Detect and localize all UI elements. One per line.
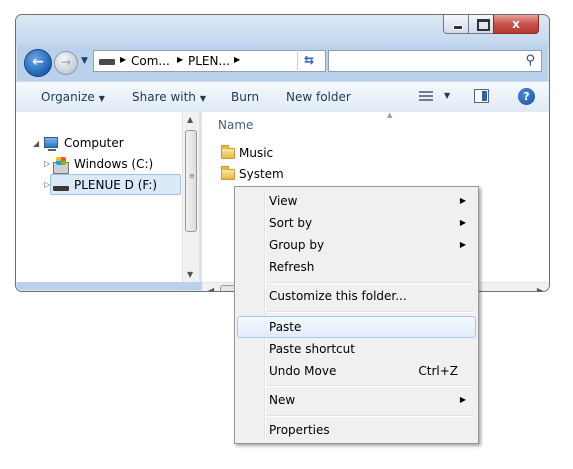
scrollbar-thumb[interactable]: ≡ [185, 130, 197, 232]
menu-item-group-by[interactable]: Group by ▶ [237, 234, 476, 256]
menu-item-refresh[interactable]: Refresh [237, 256, 476, 278]
burn-button[interactable]: Burn [231, 90, 259, 104]
menu-item-label: View [269, 194, 298, 208]
preview-pane-icon[interactable] [474, 89, 489, 103]
folder-icon [221, 145, 235, 159]
close-button[interactable]: x [493, 15, 539, 34]
chevron-down-icon: ▼ [98, 94, 105, 103]
address-bar[interactable]: ▶ Com... ▶ PLEN... ▶ ▼ [93, 50, 369, 72]
history-dropdown-icon[interactable]: ▼ [81, 56, 88, 66]
menu-separator [267, 311, 474, 313]
column-header-name[interactable]: Name [218, 118, 253, 132]
change-view-icon[interactable] [419, 91, 433, 102]
menu-item-properties[interactable]: Properties [237, 419, 476, 441]
back-arrow-icon: ← [32, 54, 44, 70]
nav-item-windows-c[interactable]: Windows (C:) [74, 157, 153, 171]
minimize-icon [453, 25, 463, 30]
collapsed-triangle-icon[interactable]: ▷ [44, 159, 50, 168]
menu-item-label: Sort by [269, 216, 313, 230]
back-button[interactable]: ← [24, 49, 52, 77]
maximize-button[interactable] [468, 15, 494, 34]
menu-item-label: Paste [269, 320, 302, 334]
forward-button[interactable]: → [54, 51, 78, 75]
breadcrumb-separator-icon[interactable]: ▶ [177, 55, 183, 64]
usb-drive-icon [53, 186, 69, 191]
help-icon[interactable]: ? [518, 88, 535, 105]
breadcrumb-separator-icon[interactable]: ▶ [120, 55, 126, 64]
drive-icon [99, 59, 115, 65]
scroll-right-icon[interactable]: ▶ [537, 286, 543, 291]
windows-drive-icon [53, 157, 69, 174]
menu-item-paste-shortcut[interactable]: Paste shortcut [237, 338, 476, 360]
menu-item-label: Properties [269, 423, 330, 437]
maximize-icon [477, 19, 490, 31]
menu-item-new[interactable]: New ▶ [237, 389, 476, 411]
menu-item-label: Group by [269, 238, 325, 252]
submenu-arrow-icon: ▶ [459, 218, 466, 227]
refresh-icon: ⇆ [304, 53, 315, 67]
search-icon: ⚲ [525, 53, 535, 68]
scroll-left-icon[interactable]: ◀ [208, 286, 214, 291]
menu-item-undo-move[interactable]: Undo Move Ctrl+Z [237, 360, 476, 382]
chevron-down-icon: ▼ [199, 94, 207, 103]
menu-separator [267, 415, 474, 417]
share-with-label: Share with [132, 90, 196, 104]
file-item-system[interactable]: System [239, 167, 284, 181]
expanded-triangle-icon[interactable]: ◢ [33, 139, 39, 148]
new-folder-button[interactable]: New folder [286, 90, 351, 104]
menu-item-label: Paste shortcut [269, 342, 355, 356]
menu-item-shortcut: Ctrl+Z [418, 364, 458, 378]
nav-scrollbar[interactable]: ▲ ≡ ▼ [182, 112, 200, 282]
forward-arrow-icon: → [60, 55, 72, 69]
organize-button[interactable]: Organize ▼ [41, 90, 105, 104]
submenu-arrow-icon: ▶ [459, 395, 466, 404]
share-with-button[interactable]: Share with ▼ [132, 90, 206, 104]
submenu-arrow-icon: ▶ [459, 240, 466, 249]
search-input[interactable]: ⚲ [328, 50, 542, 72]
menu-item-label: Customize this folder... [269, 289, 407, 303]
menu-item-label: New [269, 393, 296, 407]
grip-icon: ≡ [189, 172, 195, 180]
breadcrumb-separator-icon[interactable]: ▶ [234, 55, 240, 64]
scroll-down-icon[interactable]: ▼ [187, 270, 193, 279]
menu-separator [267, 385, 474, 387]
scroll-up-icon[interactable]: ▲ [187, 115, 193, 124]
refresh-button[interactable]: ⇆ [297, 50, 323, 72]
nav-item-plenue-f[interactable]: PLENUE D (F:) [74, 178, 157, 192]
nav-item-computer[interactable]: Computer [64, 136, 124, 150]
collapsed-triangle-icon[interactable]: ▷ [44, 180, 50, 189]
sort-ascending-icon: ▲ [387, 111, 393, 119]
menu-separator [267, 282, 474, 284]
menu-item-view[interactable]: View ▶ [237, 190, 476, 212]
command-bar: Organize ▼ Share with ▼ Burn New folder ▼ … [16, 81, 549, 114]
menu-item-sort-by[interactable]: Sort by ▶ [237, 212, 476, 234]
title-bar[interactable]: x [16, 15, 549, 45]
organize-label: Organize [41, 90, 95, 104]
menu-item-label: Undo Move [269, 364, 337, 378]
computer-icon [44, 137, 58, 151]
menu-item-label: Refresh [269, 260, 315, 274]
close-icon: x [512, 17, 520, 31]
minimize-button[interactable] [443, 15, 469, 34]
breadcrumb-computer[interactable]: Com... [131, 54, 170, 68]
file-item-music[interactable]: Music [239, 146, 273, 160]
submenu-arrow-icon: ▶ [459, 196, 466, 205]
context-menu: View ▶ Sort by ▶ Group by ▶ Refresh Cust… [234, 186, 479, 444]
folder-icon [221, 166, 235, 180]
view-dropdown-icon[interactable]: ▼ [444, 91, 450, 100]
breadcrumb-plenue[interactable]: PLEN... [188, 54, 230, 68]
menu-item-customize-folder[interactable]: Customize this folder... [237, 285, 476, 307]
menu-item-paste[interactable]: Paste [237, 316, 476, 338]
